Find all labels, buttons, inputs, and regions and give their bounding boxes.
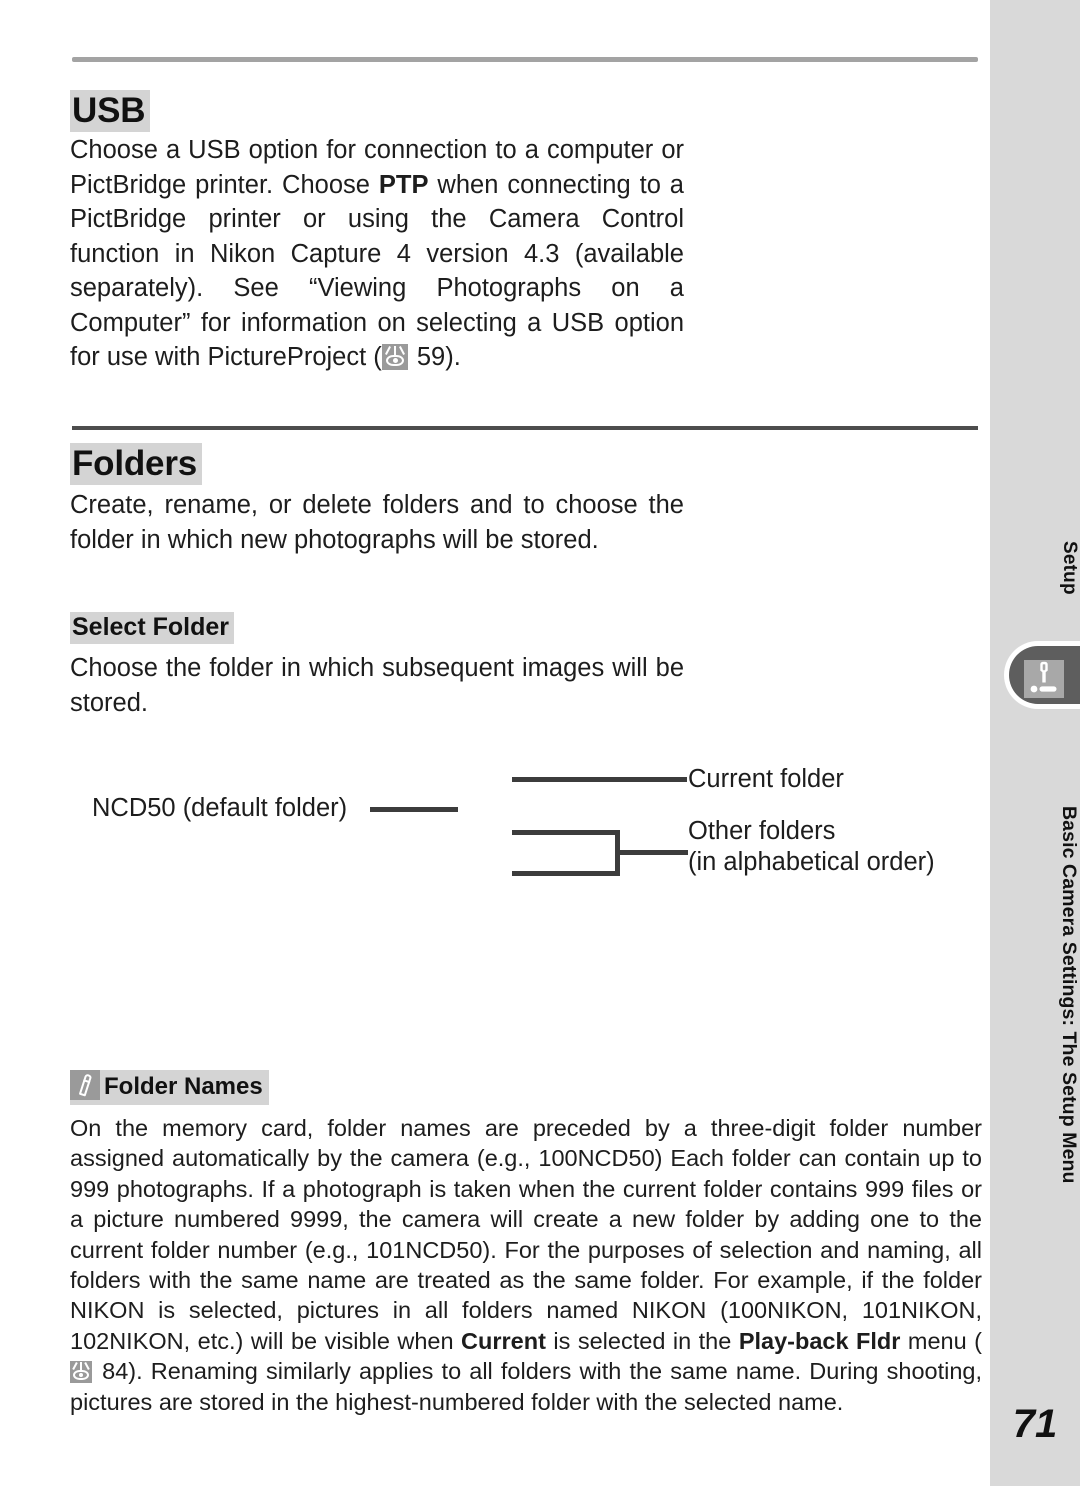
note-folder-names: Folder Names On the memory card, folder … xyxy=(70,1070,982,1417)
leader-line-other-folders xyxy=(618,850,688,855)
usb-reference-page: 59). xyxy=(409,343,461,371)
note-body-text: On the memory card, folder names are pre… xyxy=(70,1113,982,1417)
folder-list-callout-diagram: NCD50 (default folder) Current folder Ot… xyxy=(70,740,982,900)
leader-line-current-folder xyxy=(512,777,687,782)
paragraph-usb: Choose a USB option for connection to a … xyxy=(70,133,684,375)
note-text-3: menu ( xyxy=(900,1327,983,1354)
other-folders-line1: Other folders xyxy=(688,817,836,845)
heading-folders: Folders xyxy=(70,443,203,485)
leader-line-default-folder xyxy=(370,807,458,812)
page-content: USB Choose a USB option for connection t… xyxy=(70,0,982,1486)
note-text-2: is selected in the xyxy=(545,1327,739,1354)
note-heading-label: Folder Names xyxy=(104,1073,263,1100)
note-text-1: On the memory card, folder names are pre… xyxy=(70,1115,982,1354)
section-divider-rule xyxy=(72,426,978,430)
side-tab-top-label: Setup xyxy=(1059,541,1080,595)
manual-page: Setup Basic Camera Settings: The Setup M… xyxy=(0,0,1080,1486)
side-tab-chapter-label: Basic Camera Settings: The Setup Menu xyxy=(1058,806,1080,1184)
note-bold-playback-fldr: Play-back Fldr xyxy=(738,1327,901,1354)
diagram-label-default-folder: NCD50 (default folder) xyxy=(92,794,348,822)
note-text-4: 84). Renaming similarly applies to all f… xyxy=(70,1358,982,1415)
note-heading: Folder Names xyxy=(70,1070,269,1105)
paragraph-folders: Create, rename, or delete folders and to… xyxy=(70,491,684,554)
page-number: 71 xyxy=(990,1390,1080,1486)
bracket-other-folders xyxy=(512,830,620,876)
pencil-note-icon xyxy=(70,1070,100,1100)
note-bold-current: Current xyxy=(461,1327,546,1354)
heading-usb: USB xyxy=(70,90,151,132)
other-folders-line2: (in alphabetical order) xyxy=(688,848,935,876)
diagram-label-other-folders: Other folders (in alphabetical order) xyxy=(688,816,935,878)
heading-select-folder: Select Folder xyxy=(70,612,234,644)
wrench-setup-icon xyxy=(1024,660,1064,698)
paragraph-select-folder: Choose the folder in which subsequent im… xyxy=(70,654,684,717)
side-tab-strip: Setup Basic Camera Settings: The Setup M… xyxy=(990,0,1080,1486)
header-rule xyxy=(72,57,978,62)
setup-menu-tab xyxy=(1004,641,1080,709)
diagram-label-current-folder: Current folder xyxy=(688,765,844,793)
usb-bold-ptp: PTP xyxy=(378,170,429,199)
usb-text-2: when connecting to a PictBridge printer … xyxy=(70,170,684,372)
see-reference-eye-icon xyxy=(381,344,408,370)
see-reference-eye-icon xyxy=(70,1361,92,1384)
